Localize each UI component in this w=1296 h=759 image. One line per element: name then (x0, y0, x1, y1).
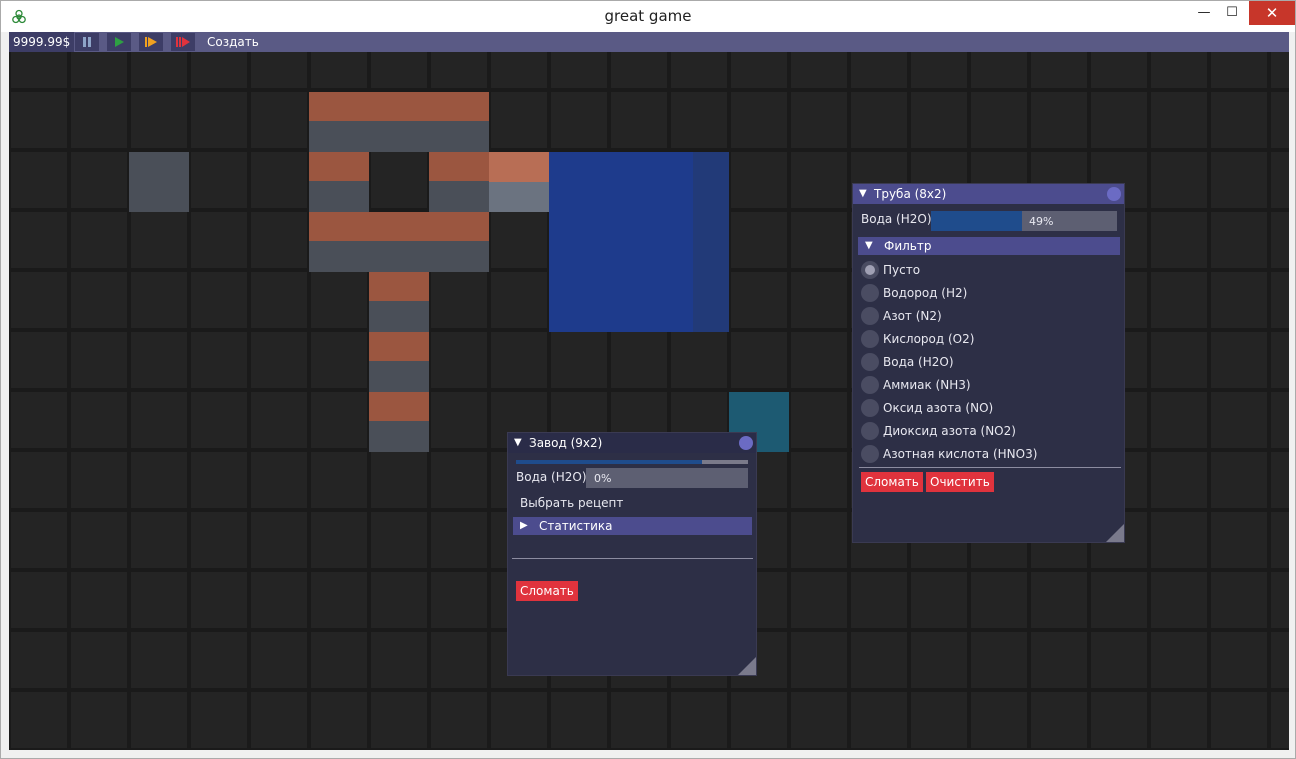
pipe-segment-top (309, 212, 489, 241)
resize-grip-icon[interactable] (738, 657, 756, 675)
factory-fill-text: 0% (594, 472, 612, 485)
pipe-fill-bar: 49% (931, 211, 1117, 231)
fast-forward-button[interactable] (139, 33, 163, 51)
pipe-segment-bottom (429, 181, 489, 212)
play-icon (115, 37, 124, 47)
pipe-resource-label: Вода (H2O) (861, 212, 932, 226)
pipe-segment-top (309, 92, 489, 121)
filter-option-label: Вода (H2O) (883, 355, 954, 369)
pipe-segment-top (369, 332, 429, 361)
separator (859, 467, 1121, 468)
pause-button[interactable] (75, 33, 99, 51)
fast-forward-icon (145, 37, 157, 47)
pipe-segment-top (429, 152, 489, 181)
radio-button[interactable] (861, 330, 879, 348)
pipe-panel-title: Труба (8x2) (874, 187, 947, 201)
pipe-segment-top (369, 272, 429, 301)
game-window: great game — ☐ ✕ 9999.99$ Создать ▼ Труб… (0, 0, 1296, 759)
pipe-clear-button[interactable]: Очистить (926, 472, 994, 492)
expand-triangle-icon[interactable]: ▶ (520, 520, 528, 531)
factory-panel-header[interactable]: ▼ Завод (9x2) (508, 433, 756, 453)
grid-line-horizontal (9, 148, 1289, 152)
filter-option-label: Азотная кислота (HNO3) (883, 447, 1038, 461)
pause-icon (83, 37, 91, 47)
factory-panel-title: Завод (9x2) (529, 436, 603, 450)
resize-grip-icon[interactable] (1106, 524, 1124, 542)
factory-progress-bar (516, 460, 748, 464)
close-button[interactable]: ✕ (1249, 1, 1295, 25)
statistics-section-title: Статистика (539, 519, 613, 533)
fastest-forward-button[interactable] (171, 33, 195, 51)
grid-line-vertical (9, 52, 11, 750)
money-display: 9999.99$ (9, 32, 74, 52)
close-dot-icon[interactable] (1107, 187, 1121, 201)
window-title: great game (604, 7, 692, 25)
filter-option-label: Азот (N2) (883, 309, 942, 323)
factory-break-button[interactable]: Сломать (516, 581, 578, 601)
radio-button[interactable] (861, 422, 879, 440)
pipe-segment-bottom (369, 301, 429, 332)
grid-line-horizontal (9, 688, 1289, 692)
choose-recipe-button[interactable]: Выбрать рецепт (520, 496, 623, 510)
radio-button[interactable] (861, 353, 879, 371)
filter-option-label: Кислород (O2) (883, 332, 975, 346)
grid-line-vertical (1147, 52, 1151, 750)
pipe-segment-bottom (309, 121, 489, 152)
pipe-segment-bottom (489, 182, 549, 212)
play-button[interactable] (107, 33, 131, 51)
pipe-break-button[interactable]: Сломать (861, 472, 923, 492)
pipe-segment-bottom (369, 361, 429, 392)
collapse-triangle-icon[interactable]: ▼ (865, 240, 873, 251)
toolbar: 9999.99$ Создать (9, 32, 1289, 52)
filter-section-header[interactable]: ▼ Фильтр (858, 237, 1120, 255)
pipe-segment-bottom (309, 181, 369, 212)
grid-line-vertical (247, 52, 251, 750)
minimize-button[interactable]: — (1189, 1, 1219, 25)
grid-line-horizontal (9, 88, 1289, 92)
factory-resource-label: Вода (H2O) (516, 470, 587, 484)
create-menu[interactable]: Создать (207, 32, 259, 52)
radio-button[interactable] (861, 445, 879, 463)
filter-section-title: Фильтр (884, 239, 932, 253)
collapse-triangle-icon[interactable]: ▼ (859, 188, 867, 199)
radio-button[interactable] (861, 376, 879, 394)
pipe-segment-top (489, 152, 549, 182)
pipe-segment-bottom (309, 241, 489, 272)
grid-line-vertical (1207, 52, 1211, 750)
radio-button[interactable] (861, 307, 879, 325)
title-bar[interactable]: great game — ☐ ✕ (1, 1, 1295, 32)
radio-button[interactable] (861, 284, 879, 302)
pipe-panel: ▼ Труба (8x2) Вода (H2O) 49% ▼ Фильтр Пу… (852, 183, 1125, 543)
statistics-section-header[interactable]: ▶ Статистика (513, 517, 752, 535)
grid-line-vertical (1267, 52, 1271, 750)
water-tank-edge (693, 152, 729, 332)
factory-panel: ▼ Завод (9x2) Вода (H2O) 0% Выбрать реце… (507, 432, 757, 676)
storage-block (129, 152, 189, 212)
grid-line-horizontal (9, 748, 1289, 750)
factory-fill-bar: 0% (586, 468, 748, 488)
factory-progress-level (516, 460, 702, 464)
pipe-panel-header[interactable]: ▼ Труба (8x2) (853, 184, 1124, 204)
collapse-triangle-icon[interactable]: ▼ (514, 437, 522, 448)
grid-line-vertical (847, 52, 851, 750)
filter-option-label: Водород (H2) (883, 286, 968, 300)
pipe-segment-top (309, 152, 369, 181)
radio-button[interactable] (861, 261, 879, 279)
pipe-segment-top (369, 392, 429, 421)
filter-option-label: Оксид азота (NO) (883, 401, 994, 415)
filter-option-label: Аммиак (NH3) (883, 378, 971, 392)
filter-option-label: Диоксид азота (NO2) (883, 424, 1016, 438)
grid-line-vertical (67, 52, 71, 750)
radio-button[interactable] (861, 399, 879, 417)
pipe-fill-text: 49% (1029, 215, 1054, 228)
close-dot-icon[interactable] (739, 436, 753, 450)
pipe-segment-bottom (369, 421, 429, 452)
pipe-fill-level (931, 211, 1023, 231)
separator (512, 558, 753, 559)
filter-option-label: Пусто (883, 263, 921, 277)
fastest-forward-icon (176, 37, 190, 47)
maximize-button[interactable]: ☐ (1217, 1, 1247, 25)
